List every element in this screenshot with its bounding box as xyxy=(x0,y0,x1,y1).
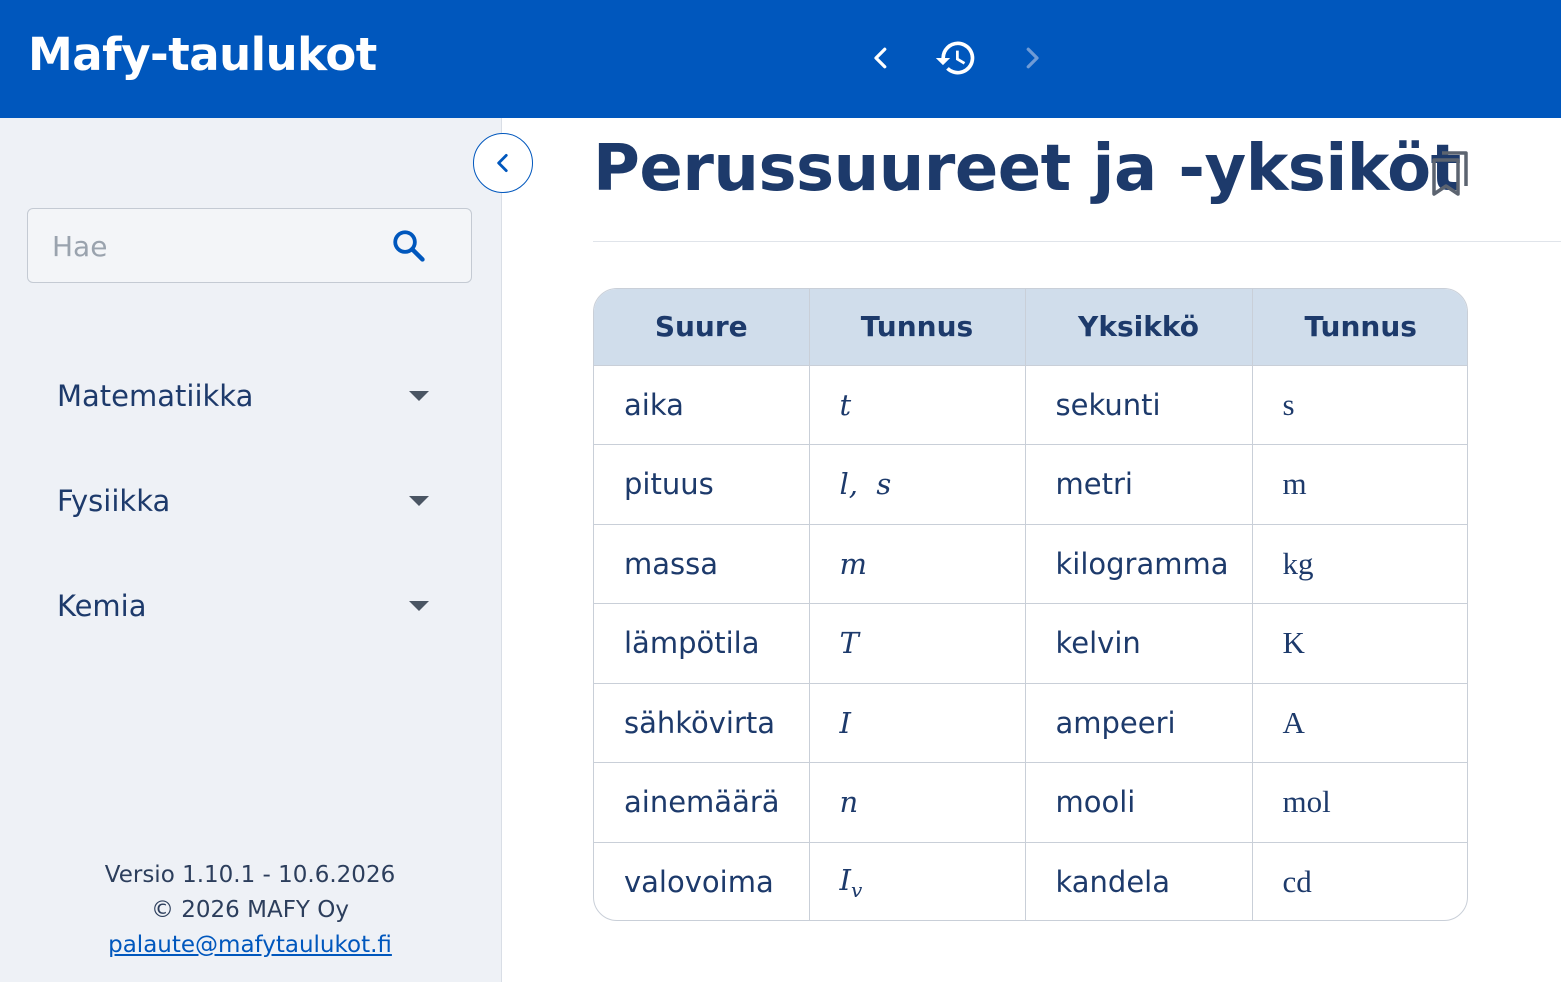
cell-yksikko: kilogramma xyxy=(1025,524,1253,604)
table-row: valovoima Iv kandela cd xyxy=(594,842,1467,920)
cell-yksikko: ampeeri xyxy=(1025,683,1253,763)
symbol: t xyxy=(839,387,852,422)
cell-yksikko-tunnus: m xyxy=(1252,444,1467,525)
version-text: Versio 1.10.1 - 10.6.2026 xyxy=(104,862,396,888)
table-row: ainemäärä n mooli mol xyxy=(594,762,1467,843)
cell-yksikko-tunnus: s xyxy=(1252,365,1467,445)
caret-down-icon xyxy=(409,496,429,506)
page-title: Perussuureet ja -yksiköt xyxy=(593,132,1461,206)
caret-down-icon xyxy=(409,391,429,401)
history-button[interactable] xyxy=(932,34,980,82)
cell-suure: sähkövirta xyxy=(594,683,810,763)
history-icon xyxy=(935,41,975,75)
bookmark-icon[interactable] xyxy=(1428,148,1472,198)
symbol: m xyxy=(839,546,868,581)
cell-tunnus: l, s xyxy=(809,444,1026,525)
feedback-email-link[interactable]: palaute@mafytaulukot.fi xyxy=(108,932,392,958)
back-button[interactable] xyxy=(857,34,905,82)
symbol: I xyxy=(839,862,851,897)
cell-yksikko-tunnus: mol xyxy=(1252,762,1467,843)
cell-yksikko-tunnus: cd xyxy=(1282,864,1312,899)
cell-suure: pituus xyxy=(594,444,810,525)
cell-tunnus: t xyxy=(809,365,1026,445)
sidebar-item-matematiikka[interactable]: Matematiikka xyxy=(57,368,437,424)
units-table: Suure Tunnus Yksikkö Tunnus aika t sekunti… xyxy=(593,288,1468,921)
forward-button[interactable] xyxy=(1008,34,1056,82)
column-header-tunnus: Tunnus xyxy=(809,289,1026,366)
cell-yksikko: sekunti xyxy=(1025,365,1253,445)
table-row: massa m kilogramma kg xyxy=(594,524,1467,604)
cell-suure: lämpötila xyxy=(594,603,810,684)
cell-tunnus: I xyxy=(809,683,1026,763)
cell-yksikko: mooli xyxy=(1025,762,1253,843)
cell-yksikko-tunnus: kg xyxy=(1252,524,1467,604)
cell-tunnus: T xyxy=(809,603,1026,684)
cell-suure: aika xyxy=(594,365,810,445)
copyright-text: © 2026 MAFY Oy xyxy=(150,897,350,923)
sidebar-item-label: Fysiikka xyxy=(57,484,171,518)
cell-yksikko: kelvin xyxy=(1025,603,1253,684)
app-title[interactable]: Mafy-taulukot xyxy=(28,28,377,81)
cell-tunnus: n xyxy=(809,762,1026,843)
title-divider xyxy=(593,241,1561,242)
cell-tunnus: m xyxy=(809,524,1026,604)
sidebar: Matematiikka Fysiikka Kemia Versio 1.10.… xyxy=(0,118,502,982)
search-icon[interactable] xyxy=(390,227,428,265)
sidebar-item-kemia[interactable]: Kemia xyxy=(57,578,437,634)
chevron-left-icon xyxy=(874,47,887,69)
sidebar-item-fysiikka[interactable]: Fysiikka xyxy=(57,473,437,529)
search-box xyxy=(27,208,472,283)
cell-yksikko-tunnus: K xyxy=(1252,603,1467,684)
column-header-suure: Suure xyxy=(594,289,810,366)
cell-suure: massa xyxy=(594,524,810,604)
symbol: l, s xyxy=(839,467,892,502)
symbol-subscript: v xyxy=(850,877,863,902)
column-header-yksikko: Yksikkö xyxy=(1025,289,1253,366)
cell-suure: ainemäärä xyxy=(594,762,810,843)
search-input[interactable] xyxy=(52,223,382,269)
cell-suure: valovoima xyxy=(594,842,810,920)
caret-down-icon xyxy=(409,601,429,611)
symbol: n xyxy=(839,785,859,820)
collapse-sidebar-button[interactable] xyxy=(473,133,533,193)
table-row: lämpötila Tkelvin K xyxy=(594,603,1467,684)
table-row: aika t sekunti s xyxy=(594,365,1467,445)
chevron-right-icon xyxy=(1026,47,1039,69)
cell-tunnus: Iv xyxy=(809,842,1026,920)
sidebar-item-label: Kemia xyxy=(57,589,147,623)
chevron-left-icon xyxy=(497,154,508,172)
cell-yksikko-tunnus: A xyxy=(1252,683,1467,763)
column-header-yksikko-tunnus: Tunnus xyxy=(1252,289,1467,366)
table-header-row: Suure Tunnus Yksikkö Tunnus xyxy=(594,289,1467,366)
symbol: T xyxy=(839,626,859,661)
top-bar: Mafy-taulukot xyxy=(0,0,1561,118)
symbol: I xyxy=(839,705,851,740)
cell-yksikko: metri xyxy=(1025,444,1253,525)
sidebar-item-label: Matematiikka xyxy=(57,379,254,413)
sidebar-footer: Versio 1.10.1 - 10.6.2026 © 2026 MAFY Oy… xyxy=(0,858,500,963)
table-row: sähkövirta Iampeeri A xyxy=(594,683,1467,763)
table-row: pituus l, s metri m xyxy=(594,444,1467,525)
cell-yksikko: kandela xyxy=(1025,842,1253,920)
